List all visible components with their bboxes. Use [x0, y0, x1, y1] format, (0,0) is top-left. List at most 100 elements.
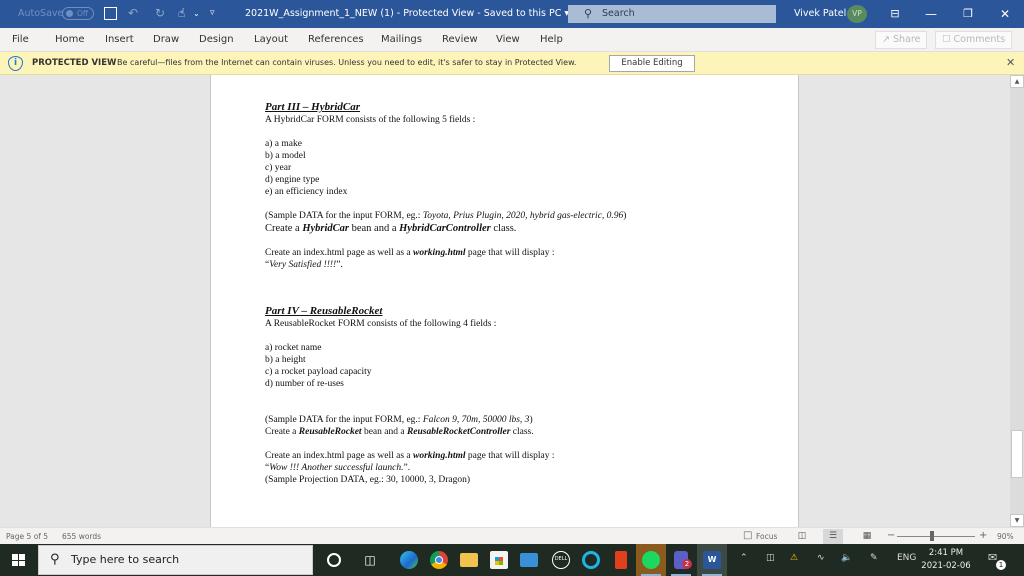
tab-draw[interactable]: Draw	[153, 34, 179, 45]
microsoft-store-icon[interactable]	[484, 544, 514, 576]
pen-workspace-icon[interactable]: ✎	[870, 553, 878, 563]
spotify-icon[interactable]	[636, 544, 666, 576]
restore-button[interactable]: ❐	[956, 4, 980, 24]
dell-icon[interactable]: DELL	[546, 544, 576, 576]
touch-mode-icon[interactable]: ☝	[178, 6, 185, 21]
customize-toolbar-icon[interactable]: ▿	[210, 6, 215, 21]
redo-icon[interactable]: ↻	[155, 6, 165, 21]
search-icon: ⚲	[50, 552, 60, 567]
tab-view[interactable]: View	[496, 34, 520, 45]
taskbar: ⚲ Type here to search ◫ DELL 2 W ⌃ ◫ ⚠ ∿…	[0, 544, 1024, 576]
show-hidden-icons-chevron-up-icon[interactable]: ⌃	[740, 553, 748, 563]
autosave-toggle[interactable]: Off	[62, 7, 94, 20]
volume-icon[interactable]: 🔈	[841, 553, 852, 563]
zoom-level[interactable]: 90%	[997, 532, 1014, 541]
clock-time: 2:41 PM	[928, 548, 964, 558]
document-page[interactable]: Part III – HybridCar A HybridCar FORM co…	[210, 75, 799, 527]
part3-intro: A HybridCar FORM consists of the followi…	[265, 115, 476, 125]
tab-references[interactable]: References	[308, 34, 364, 45]
zoom-slider-thumb[interactable]	[930, 531, 935, 541]
zoom-in-button[interactable]: +	[979, 530, 987, 541]
close-icon[interactable]: ✕	[1006, 56, 1015, 69]
language-indicator[interactable]: ENG	[897, 553, 916, 563]
task-view-icon[interactable]: ◫	[355, 544, 385, 576]
print-layout-icon[interactable]: ☰	[823, 529, 843, 544]
share-button[interactable]: ↗ Share	[875, 31, 928, 49]
part4-create-page: Create an index.html page as well as a w…	[265, 451, 555, 461]
status-bar: Page 5 of 5 655 words □ Focus ◫ ☰ ▦ − + …	[0, 527, 1024, 544]
part3-field: b) a model	[265, 151, 306, 161]
taskbar-search-input[interactable]: ⚲ Type here to search	[38, 545, 313, 575]
part4-field: a) rocket name	[265, 343, 322, 353]
chevron-down-icon[interactable]: ⌄	[193, 6, 200, 21]
part4-create-class: Create a ReusableRocket bean and a Reusa…	[265, 427, 534, 437]
taskbar-search-placeholder: Type here to search	[71, 553, 180, 566]
clock[interactable]: 2:41 PM 2021-02-06	[920, 547, 972, 573]
teams-icon[interactable]: 2	[666, 544, 696, 576]
document-title[interactable]: 2021W_Assignment_1_NEW (1) - Protected V…	[245, 8, 569, 19]
mail-icon[interactable]	[514, 544, 544, 576]
start-button[interactable]	[0, 544, 38, 576]
tab-review[interactable]: Review	[442, 34, 478, 45]
part3-field: c) year	[265, 163, 292, 173]
part4-field: d) number of re-uses	[265, 379, 344, 389]
avatar[interactable]: VP	[847, 5, 867, 23]
vertical-scrollbar[interactable]: ▲ ▼	[1010, 75, 1024, 527]
undo-icon[interactable]: ↶	[128, 6, 138, 21]
office-icon[interactable]	[606, 544, 636, 576]
enable-editing-button[interactable]: Enable Editing	[609, 55, 695, 72]
web-layout-icon[interactable]: ▦	[857, 529, 877, 544]
tab-mailings[interactable]: Mailings	[381, 34, 422, 45]
search-icon: ⚲	[584, 7, 593, 20]
tab-home[interactable]: Home	[55, 34, 85, 45]
tab-layout[interactable]: Layout	[254, 34, 288, 45]
info-shield-icon: i	[8, 56, 23, 71]
comments-button[interactable]: ☐ Comments	[935, 31, 1013, 49]
part3-field: a) a make	[265, 139, 302, 149]
user-name[interactable]: Vivek Patel	[794, 8, 846, 19]
edge-icon[interactable]	[394, 544, 424, 576]
part3-field: d) engine type	[265, 175, 320, 185]
focus-icon[interactable]: □	[743, 530, 752, 541]
tab-design[interactable]: Design	[199, 34, 234, 45]
save-icon[interactable]	[104, 7, 117, 20]
zoom-out-button[interactable]: −	[887, 530, 895, 541]
autosave-label: AutoSave	[18, 8, 64, 19]
ribbon-display-options-icon[interactable]: ⊟	[883, 4, 907, 24]
minimize-button[interactable]: —	[919, 4, 943, 24]
read-mode-icon[interactable]: ◫	[792, 529, 812, 544]
notification-count-badge: 1	[996, 560, 1006, 570]
tab-insert[interactable]: Insert	[105, 34, 134, 45]
tab-help[interactable]: Help	[540, 34, 563, 45]
meet-now-icon[interactable]: ◫	[766, 553, 775, 563]
part4-field: b) a height	[265, 355, 306, 365]
part4-projection-data: (Sample Projection DATA, eg.: 30, 10000,…	[265, 475, 471, 485]
wifi-icon[interactable]: ∿	[817, 553, 825, 563]
part3-sample-data: (Sample DATA for the input FORM, eg.: To…	[265, 211, 627, 221]
part4-sample-data: (Sample DATA for the input FORM, eg.: Fa…	[265, 415, 533, 425]
word-icon[interactable]: W	[697, 544, 727, 576]
word-count[interactable]: 655 words	[62, 532, 101, 541]
focus-button[interactable]: Focus	[756, 532, 777, 541]
power-warning-icon[interactable]: ⚠	[790, 553, 798, 563]
zoom-slider[interactable]	[897, 536, 975, 537]
scroll-up-icon[interactable]: ▲	[1010, 75, 1024, 88]
part4-intro: A ReusableRocket FORM consists of the fo…	[265, 319, 497, 329]
page-count[interactable]: Page 5 of 5	[6, 532, 48, 541]
part3-heading: Part III – HybridCar	[265, 101, 361, 113]
search-input[interactable]: ⚲ Search	[568, 5, 776, 23]
scroll-down-icon[interactable]: ▼	[1010, 514, 1024, 527]
close-button[interactable]: ✕	[993, 4, 1017, 24]
teams-badge: 2	[682, 559, 692, 569]
windows-logo-icon	[12, 554, 25, 566]
tab-file[interactable]: File	[12, 34, 29, 45]
search-placeholder: Search	[602, 8, 635, 19]
cortana-icon[interactable]	[319, 544, 349, 576]
alexa-icon[interactable]	[576, 544, 606, 576]
clock-date: 2021-02-06	[921, 561, 971, 571]
scrollbar-thumb[interactable]	[1011, 430, 1023, 478]
file-explorer-icon[interactable]	[454, 544, 484, 576]
chrome-icon[interactable]	[424, 544, 454, 576]
protected-view-message: Be careful—files from the Internet can c…	[117, 58, 577, 67]
ribbon-tabs: File Home Insert Draw Design Layout Refe…	[0, 28, 1024, 52]
